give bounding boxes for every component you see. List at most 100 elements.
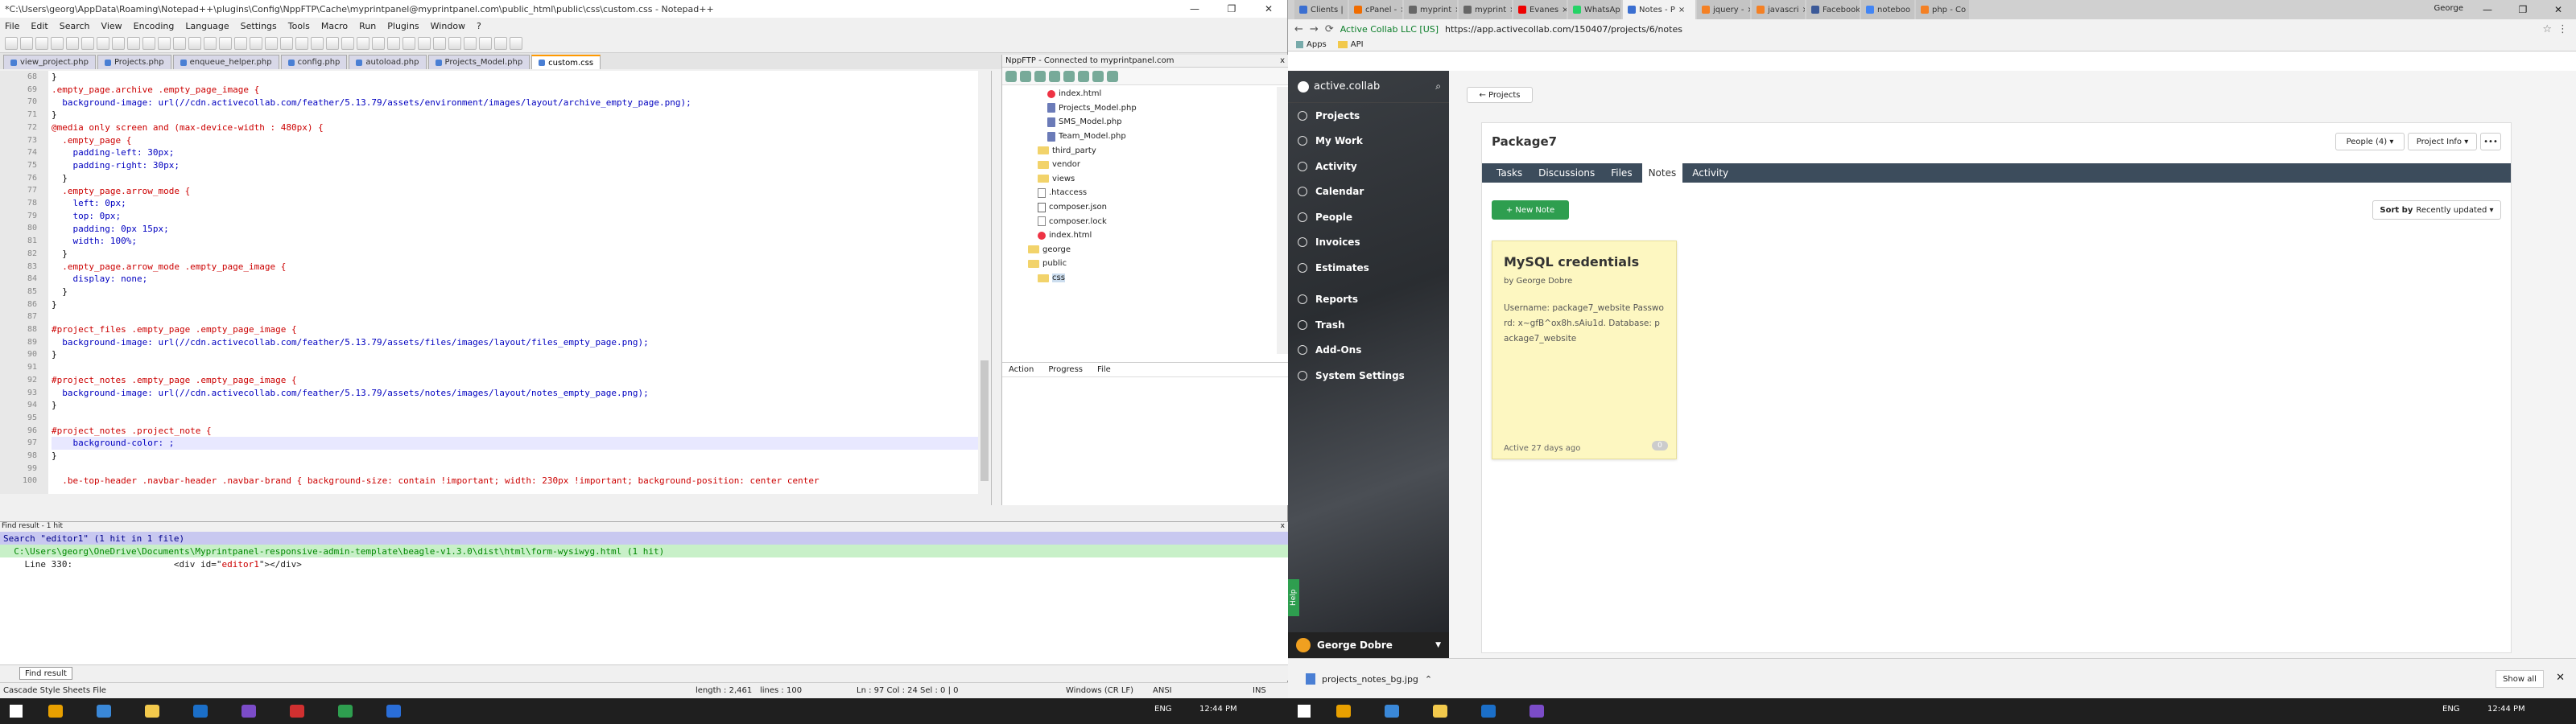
download-item[interactable]: projects_notes_bg.jpg ⌃: [1306, 673, 1432, 685]
toolbar-button-icon[interactable]: [510, 36, 522, 50]
toolbar-button-icon[interactable]: [5, 36, 18, 50]
tree-node[interactable]: index.html: [1002, 228, 1276, 243]
language-indicator[interactable]: ENG: [1154, 705, 1172, 714]
doc-tab[interactable]: Projects.php: [97, 55, 171, 69]
scroll-thumb[interactable]: [980, 360, 989, 481]
code-line[interactable]: }: [52, 286, 978, 298]
search-icon[interactable]: ⌕: [1435, 80, 1441, 93]
toolbar-button-icon[interactable]: [250, 36, 262, 50]
doc-tab[interactable]: config.php: [280, 55, 348, 69]
menu-item-window[interactable]: Window: [431, 21, 465, 31]
code-line[interactable]: padding-left: 30px;: [52, 146, 978, 159]
ftp-toolbar-icon[interactable]: [1078, 70, 1089, 82]
tab-activity[interactable]: Activity: [1686, 163, 1735, 183]
code-line[interactable]: .empty_page.arrow_mode {: [52, 184, 978, 197]
people-button[interactable]: People (4) ▾: [2335, 133, 2405, 150]
tab-close-icon[interactable]: ×: [1747, 6, 1750, 14]
toolbar-button-icon[interactable]: [357, 36, 369, 50]
toolbar-button-icon[interactable]: [372, 36, 385, 50]
code-line[interactable]: top: 0px;: [52, 210, 978, 223]
log-column-header[interactable]: Action: [1009, 365, 1034, 374]
menu-item-plugins[interactable]: Plugins: [387, 21, 419, 31]
ftp-toolbar-icon[interactable]: [1092, 70, 1104, 82]
windows-start-icon[interactable]: [10, 705, 23, 718]
new-note-button[interactable]: + New Note: [1492, 200, 1569, 220]
hit-result-line[interactable]: Line 330: <div id=" editor1 "></div>: [0, 557, 1288, 570]
code-line[interactable]: [52, 412, 978, 425]
toolbar-button-icon[interactable]: [173, 36, 186, 50]
note-title[interactable]: MySQL credentials: [1504, 254, 1639, 269]
reload-icon[interactable]: ⟳: [1325, 23, 1334, 35]
menu-item-encoding[interactable]: Encoding: [134, 21, 175, 31]
nav-item-my-work[interactable]: My Work: [1288, 129, 1449, 154]
toolbar-button-icon[interactable]: [494, 36, 507, 50]
toolbar-button-icon[interactable]: [326, 36, 339, 50]
tree-node[interactable]: public: [1002, 257, 1276, 271]
edge-taskbar-icon[interactable]: [97, 705, 111, 718]
code-line[interactable]: [52, 462, 978, 475]
vs-taskbar-icon[interactable]: [1530, 705, 1544, 718]
tree-node[interactable]: index.html: [1002, 87, 1276, 101]
back-to-projects-button[interactable]: ← Projects: [1467, 87, 1533, 103]
word-taskbar-icon[interactable]: [193, 705, 208, 718]
menu-item-x[interactable]: ?: [477, 21, 481, 31]
toolbar-button-icon[interactable]: [234, 36, 247, 50]
code-line[interactable]: }: [52, 109, 978, 121]
tree-node[interactable]: third_party: [1002, 143, 1276, 158]
windows-start-icon[interactable]: [1298, 705, 1311, 718]
note-card[interactable]: MySQL credentials by George Dobre Userna…: [1492, 241, 1677, 459]
help-tab[interactable]: Help: [1288, 579, 1299, 616]
code-line[interactable]: .empty_page {: [52, 134, 978, 146]
code-line[interactable]: .empty_page.archive .empty_page_image {: [52, 84, 978, 97]
ftp-toolbar-icon[interactable]: [1063, 70, 1075, 82]
code-line[interactable]: }: [52, 248, 978, 261]
tree-node[interactable]: .htaccess: [1002, 186, 1276, 200]
code-area[interactable]: } .empty_page.archive .empty_page_image {…: [52, 71, 978, 487]
doc-tab[interactable]: view_project.php: [3, 55, 96, 69]
browser-tab[interactable]: Facebook×: [1806, 0, 1860, 19]
tab-close-icon[interactable]: ×: [1347, 6, 1348, 14]
ftp-close-icon[interactable]: x: [1280, 56, 1285, 65]
nav-item-estimates[interactable]: Estimates: [1288, 255, 1449, 281]
profile-name[interactable]: George: [2434, 4, 2463, 13]
toolbar-button-icon[interactable]: [402, 36, 415, 50]
tab-discussions[interactable]: Discussions: [1532, 163, 1601, 183]
browser-tab[interactable]: javascri×: [1752, 0, 1805, 19]
bookmark-star-icon[interactable]: ☆: [2542, 23, 2552, 35]
tab-files[interactable]: Files: [1604, 163, 1638, 183]
toolbar-button-icon[interactable]: [341, 36, 354, 50]
browser-tab[interactable]: myprint×: [1404, 0, 1457, 19]
toolbar-button-icon[interactable]: [112, 36, 125, 50]
vs-taskbar-icon[interactable]: [242, 705, 256, 718]
toolbar-button-icon[interactable]: [418, 36, 431, 50]
tree-node[interactable]: Team_Model.php: [1002, 130, 1276, 144]
clock[interactable]: 12:44 PM: [1199, 705, 1237, 714]
nav-item-projects[interactable]: Projects: [1288, 103, 1449, 129]
browser-tab[interactable]: Evanes ×: [1513, 0, 1567, 19]
code-line[interactable]: @media only screen and (max-device-width…: [52, 121, 978, 134]
explorer-taskbar-icon[interactable]: [145, 705, 159, 718]
url-field[interactable]: https://app.activecollab.com/150407/proj…: [1445, 24, 1682, 35]
code-line[interactable]: }: [52, 71, 978, 84]
code-line[interactable]: display: none;: [52, 273, 978, 286]
log-column-header[interactable]: Progress: [1048, 365, 1083, 374]
more-options-button[interactable]: •••: [2480, 133, 2501, 150]
bookmark-apps[interactable]: Apps: [1296, 40, 1327, 49]
close-download-bar-icon[interactable]: ✕: [2556, 672, 2565, 684]
toolbar-button-icon[interactable]: [66, 36, 79, 50]
code-line[interactable]: width: 100%;: [52, 235, 978, 248]
ftp-toolbar-icon[interactable]: [1020, 70, 1031, 82]
project-info-button[interactable]: Project Info ▾: [2408, 133, 2477, 150]
code-line[interactable]: #project_notes .empty_page .empty_page_i…: [52, 374, 978, 387]
menu-item-edit[interactable]: Edit: [31, 21, 47, 31]
chrome-taskbar-icon[interactable]: [48, 705, 63, 718]
browser-tab[interactable]: Clients |×: [1294, 0, 1348, 19]
browser-tab[interactable]: noteboo×: [1861, 0, 1914, 19]
tab-close-icon[interactable]: ×: [1562, 6, 1567, 14]
tab-close-icon[interactable]: ×: [1678, 6, 1685, 14]
code-editor[interactable]: 68 69 70 71 72 73 74 75 76 77 78 79 80 81 82 83 84 85 86 87…: [0, 71, 992, 505]
nav-item-system-settings[interactable]: System Settings: [1288, 363, 1449, 389]
tab-notes[interactable]: Notes: [1641, 163, 1683, 183]
sort-dropdown[interactable]: Sort by Recently updated ▾: [2372, 200, 2501, 220]
explorer-taskbar-icon[interactable]: [1433, 705, 1447, 718]
